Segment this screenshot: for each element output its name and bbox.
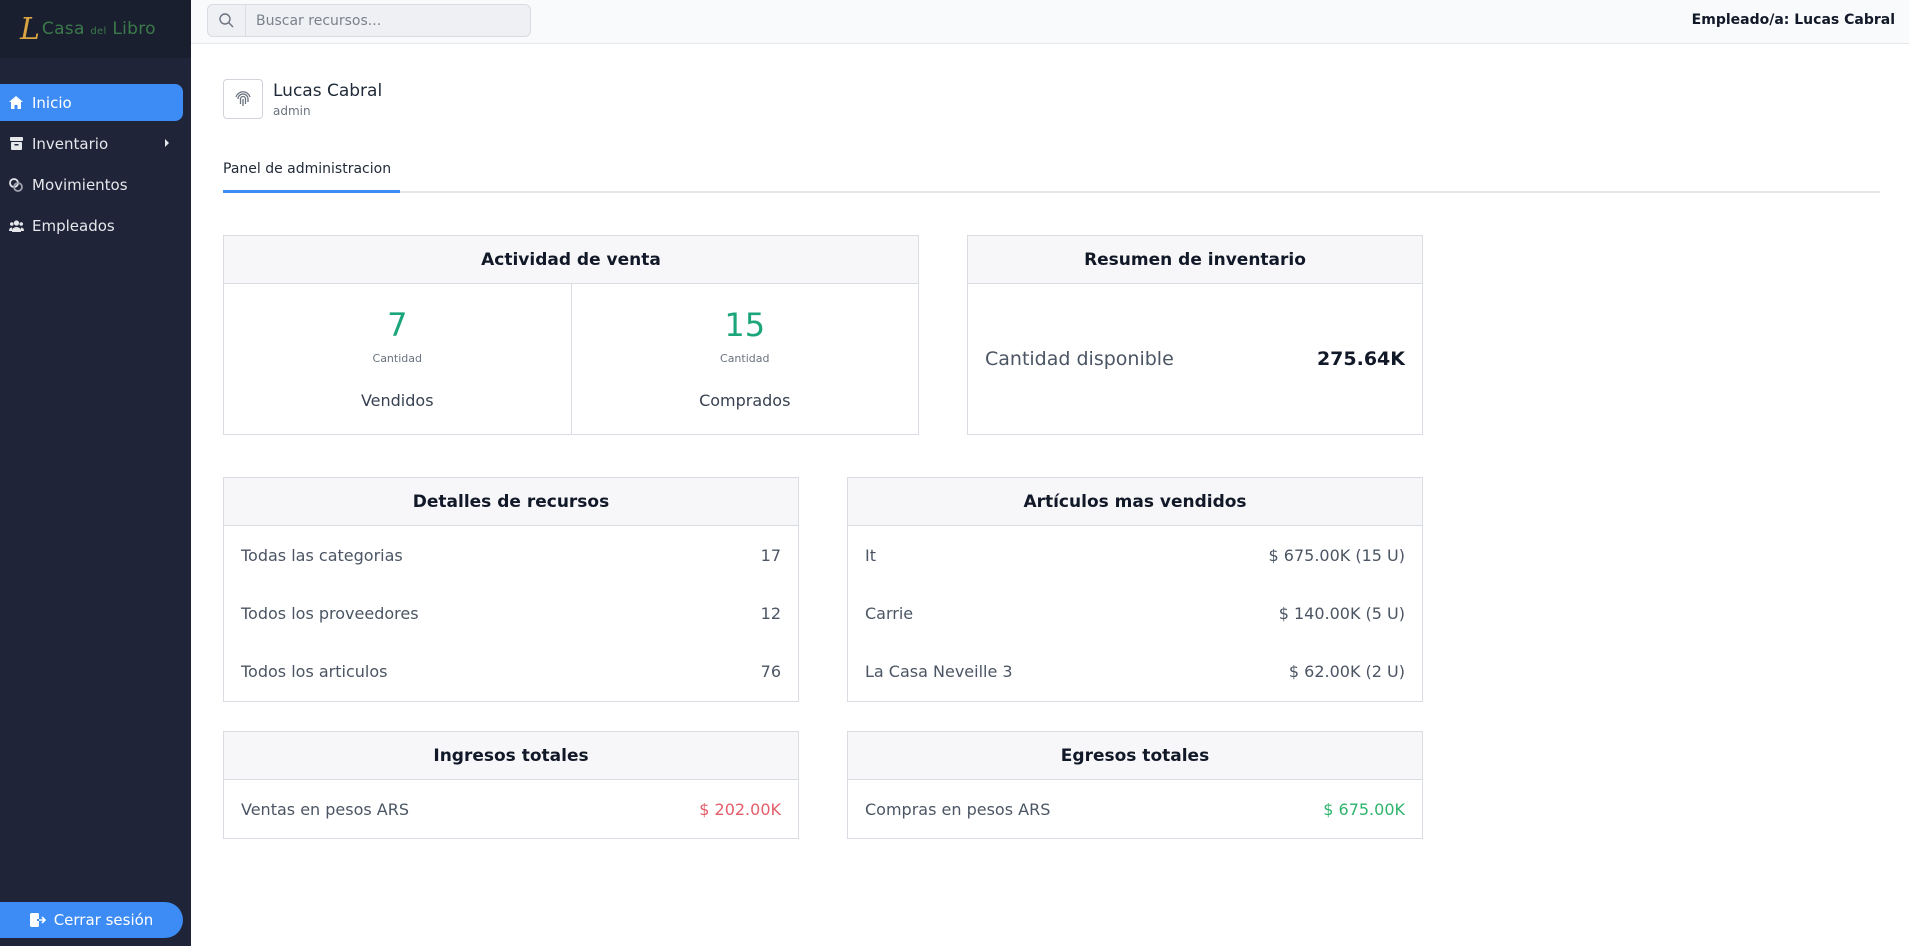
sidebar: L Casa del Libro Inicio Inventario Movim…: [0, 0, 191, 946]
inventory-available-label: Cantidad disponible: [985, 348, 1174, 370]
sidebar-item-movimientos[interactable]: Movimientos: [0, 166, 183, 203]
sold-value: 7: [387, 306, 408, 344]
fingerprint-icon: [235, 91, 251, 106]
profile-role: admin: [273, 103, 311, 118]
search-input[interactable]: [246, 12, 516, 29]
logo-text: Casa del Libro: [42, 19, 156, 39]
avatar[interactable]: [223, 79, 263, 119]
tab-panel-de-administracion[interactable]: Panel de administracion: [223, 154, 400, 193]
logo-text-main: Casa: [41, 19, 85, 39]
sold-stat: 7 Cantidad Vendidos: [224, 284, 571, 434]
row-value: $ 675.00K (15 U): [1268, 545, 1405, 565]
search-icon: [208, 5, 246, 36]
bought-stat: 15 Cantidad Comprados: [570, 284, 919, 434]
sales-activity-card: Actividad de venta 7 Cantidad Vendidos 1…: [223, 235, 919, 435]
profile-header: Lucas Cabral admin: [223, 79, 382, 119]
list-item: La Casa Neveille 3 $ 62.00K (2 U): [848, 642, 1422, 700]
card-title: Actividad de venta: [224, 236, 918, 284]
logo-text-small: del: [90, 26, 107, 37]
logout-label: Cerrar sesión: [53, 911, 154, 929]
sidebar-item-inicio[interactable]: Inicio: [0, 84, 183, 121]
row-value: 76: [760, 661, 781, 681]
list-item: Compras en pesos ARS $ 675.00K: [848, 780, 1422, 838]
card-title: Detalles de recursos: [224, 478, 798, 526]
card-title: Egresos totales: [848, 732, 1422, 780]
logout-button[interactable]: Cerrar sesión: [0, 902, 183, 938]
card-title: Ingresos totales: [224, 732, 798, 780]
row-label: Todas las categorias: [241, 545, 403, 565]
row-value: $ 62.00K (2 U): [1288, 661, 1405, 681]
profile-info: Lucas Cabral admin: [273, 81, 382, 118]
bought-label: Comprados: [699, 391, 791, 410]
total-expenses-card: Egresos totales Compras en pesos ARS $ 6…: [847, 731, 1423, 839]
sales-stats: 7 Cantidad Vendidos 15 Cantidad Comprado…: [224, 284, 918, 434]
app-logo[interactable]: L Casa del Libro: [0, 0, 191, 58]
row-label: La Casa Neveille 3: [865, 661, 1013, 681]
sidebar-item-inventario[interactable]: Inventario: [0, 125, 183, 162]
row-value: 17: [760, 545, 781, 565]
list-item: Ventas en pesos ARS $ 202.00K: [224, 780, 798, 838]
home-icon: [8, 95, 24, 111]
search-box[interactable]: [207, 4, 531, 37]
current-user-label: Empleado/a: Lucas Cabral: [1691, 12, 1895, 28]
list-item: Todas las categorias 17: [224, 526, 798, 584]
sidebar-nav: Inicio Inventario Movimientos Empleados: [0, 58, 191, 244]
row-label: It: [865, 545, 876, 565]
row-label: Todos los articulos: [241, 661, 388, 681]
users-icon: [8, 218, 24, 234]
tab-bar: Panel de administracion: [223, 154, 1880, 193]
sold-label: Vendidos: [360, 391, 434, 410]
sidebar-item-label: Inventario: [32, 134, 109, 153]
topbar: Empleado/a: Lucas Cabral: [191, 0, 1909, 44]
inventory-summary-card: Resumen de inventario Cantidad disponibl…: [967, 235, 1423, 435]
card-title: Resumen de inventario: [968, 236, 1422, 284]
sold-sub: Cantidad: [372, 352, 422, 365]
income-value: $ 202.00K: [699, 799, 781, 819]
row-label: Carrie: [865, 603, 914, 623]
row-value: $ 140.00K (5 U): [1278, 603, 1405, 623]
total-income-card: Ingresos totales Ventas en pesos ARS $ 2…: [223, 731, 799, 839]
row-label: Ventas en pesos ARS: [241, 799, 410, 819]
card-title: Artículos mas vendidos: [848, 478, 1422, 526]
logo-text-end: Libro: [112, 19, 156, 39]
resource-details-card: Detalles de recursos Todas las categoria…: [223, 477, 799, 702]
sidebar-item-label: Empleados: [32, 216, 115, 235]
top-sellers-card: Artículos mas vendidos It $ 675.00K (15 …: [847, 477, 1423, 702]
sign-out-icon: [29, 913, 46, 927]
list-item: Todos los proveedores 12: [224, 584, 798, 642]
row-value: 12: [760, 603, 781, 623]
bought-sub: Cantidad: [720, 352, 770, 365]
inventory-available-value: 275.64K: [1316, 348, 1405, 370]
list-item: Todos los articulos 76: [224, 642, 798, 700]
bought-value: 15: [724, 306, 766, 344]
archive-icon: [8, 136, 24, 152]
expenses-value: $ 675.00K: [1323, 799, 1405, 819]
sidebar-item-empleados[interactable]: Empleados: [0, 207, 183, 244]
chevron-right-icon: [165, 139, 169, 147]
inventory-available-row: Cantidad disponible 275.64K: [968, 284, 1422, 434]
profile-name: Lucas Cabral: [273, 80, 383, 101]
list-item: It $ 675.00K (15 U): [848, 526, 1422, 584]
sidebar-item-label: Movimientos: [32, 175, 128, 194]
exchange-icon: [8, 177, 24, 193]
sidebar-item-label: Inicio: [32, 93, 72, 112]
logo-mark: L: [20, 11, 40, 47]
row-label: Todos los proveedores: [241, 603, 419, 623]
list-item: Carrie $ 140.00K (5 U): [848, 584, 1422, 642]
row-label: Compras en pesos ARS: [865, 799, 1051, 819]
